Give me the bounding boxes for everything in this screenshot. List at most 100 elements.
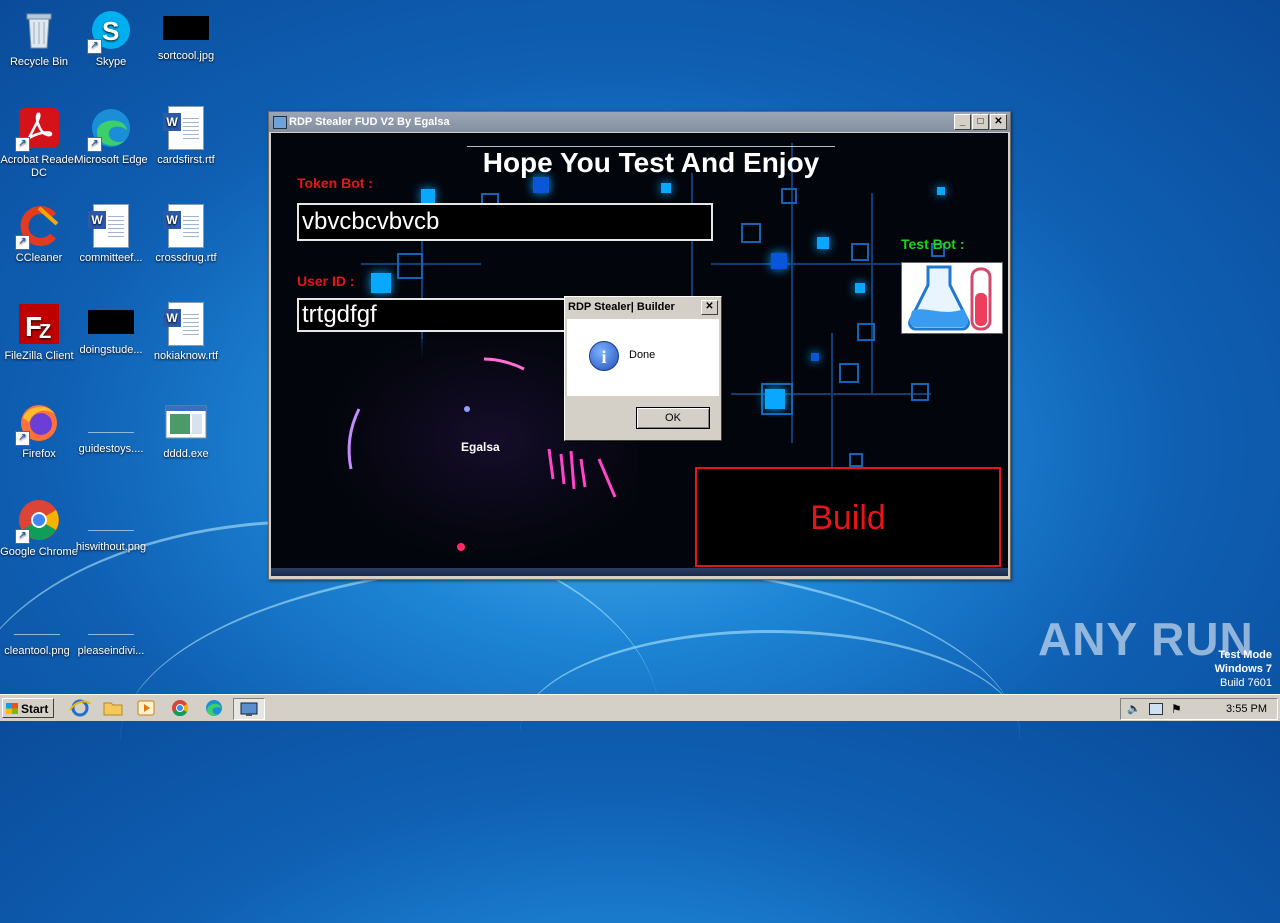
taskbar-rdp-stealer-button[interactable] (233, 698, 265, 720)
clock[interactable]: 3:55 PM (1226, 699, 1267, 719)
media-player-icon (137, 700, 155, 716)
desktop-icon-sortcool[interactable]: sortcool.jpg (147, 6, 225, 63)
shortcut-arrow-icon: ↗ (15, 235, 30, 250)
build-number-text: Build 7601 (1220, 677, 1272, 689)
windows-version-text: Windows 7 (1214, 663, 1272, 675)
test-bot-label: Test Bot : (901, 236, 965, 252)
desktop-icon-edge[interactable]: ↗ Microsoft Edge (72, 100, 150, 167)
icon-label: Google Chrome (0, 546, 78, 558)
image-thumbnail (163, 16, 209, 40)
taskbar-chrome-button[interactable] (168, 698, 192, 718)
desktop-icon-dddd[interactable]: dddd.exe (147, 394, 225, 461)
executable-icon (164, 400, 208, 444)
start-label: Start (21, 702, 49, 716)
shortcut-arrow-icon: ↗ (87, 137, 102, 152)
icon-label: guidestoys.... (78, 443, 144, 455)
info-icon: i (589, 341, 619, 371)
user-id-input[interactable]: trtgdfgf (297, 298, 587, 332)
desktop-icon-nokiaknow[interactable]: W nokiaknow.rtf (147, 296, 225, 363)
desktop-icon-acrobat[interactable]: ↗ Acrobat Reader DC (0, 100, 78, 180)
token-bot-label: Token Bot : (297, 175, 373, 191)
filezilla-icon: FZ (17, 302, 61, 346)
headline-text: Hope You Test And Enjoy (467, 146, 835, 178)
app-icon (273, 116, 287, 129)
taskbar-media-player-button[interactable] (134, 698, 158, 718)
icon-label: hiswithout.png (75, 541, 147, 553)
image-thumbnail (88, 408, 134, 433)
icon-label: pleaseindivi... (77, 645, 145, 657)
shortcut-arrow-icon: ↗ (15, 431, 30, 446)
maximize-button[interactable]: □ (972, 114, 989, 130)
desktop-icon-doingstude[interactable]: doingstude... (72, 300, 150, 357)
icon-label: Firefox (22, 448, 56, 460)
skype-icon: S ↗ (87, 8, 133, 54)
desktop-icon-hiswithout[interactable]: hiswithout.png (72, 496, 150, 554)
flask-icon (908, 265, 992, 331)
dialog-close-button[interactable]: ✕ (701, 300, 718, 315)
os-watermark: Test Mode Windows 7 Build 7601 (1215, 648, 1272, 690)
window-app-icon (240, 702, 258, 716)
volume-icon[interactable]: 🔈 (1127, 699, 1141, 719)
window-titlebar[interactable]: RDP Stealer FUD V2 By Egalsa _ □ ✕ (269, 112, 1010, 132)
word-document-icon: W (163, 302, 208, 346)
chrome-icon: ↗ (15, 498, 61, 544)
icon-label: Microsoft Edge (74, 154, 148, 166)
window-title: RDP Stealer FUD V2 By Egalsa (289, 116, 450, 128)
icon-label: Skype (95, 56, 127, 68)
icon-label: cleantool.png (4, 645, 70, 657)
close-button[interactable]: ✕ (990, 114, 1007, 130)
chrome-icon (172, 700, 189, 717)
word-document-icon: W (163, 106, 208, 150)
desktop-icon-pleaseindivi[interactable]: pleaseindivi... (72, 600, 150, 658)
test-bot-button[interactable] (901, 262, 1003, 334)
desktop-icon-guidestoys[interactable]: guidestoys.... (72, 398, 150, 456)
word-document-icon: W (88, 204, 133, 248)
test-mode-text: Test Mode (1218, 649, 1272, 661)
icon-label: committeef... (79, 252, 143, 264)
author-text: Egalsa (461, 440, 500, 454)
icon-label: dddd.exe (163, 448, 209, 460)
message-dialog: RDP Stealer| Builder ✕ i Done OK (564, 296, 722, 441)
desktop-icon-committeef[interactable]: W committeef... (72, 198, 150, 265)
network-icon[interactable] (1149, 703, 1163, 715)
taskbar: Start 🔈 ⚑ 3:55 PM (0, 694, 1280, 721)
desktop-icon-skype[interactable]: S ↗ Skype (72, 2, 150, 69)
acrobat-icon: ↗ (15, 106, 61, 152)
icon-label: FileZilla Client (4, 350, 74, 362)
system-tray: 🔈 ⚑ 3:55 PM (1120, 698, 1278, 720)
desktop-icon-recycle-bin[interactable]: Recycle Bin (0, 2, 78, 69)
firefox-icon: ↗ (15, 400, 61, 446)
icon-label: Acrobat Reader DC (0, 154, 78, 179)
desktop-icon-cleantool[interactable]: cleantool.png (0, 600, 76, 658)
image-thumbnail (88, 506, 134, 531)
start-button[interactable]: Start (2, 698, 54, 718)
minimize-button[interactable]: _ (954, 114, 971, 130)
desktop-icon-firefox[interactable]: ↗ Firefox (0, 394, 78, 461)
desktop-icon-crossdrug[interactable]: W crossdrug.rtf (147, 198, 225, 265)
icon-label: doingstude... (79, 344, 143, 356)
build-button[interactable]: Build (695, 467, 1001, 567)
shortcut-arrow-icon: ↗ (15, 529, 30, 544)
icon-label: nokiaknow.rtf (153, 350, 219, 362)
dialog-titlebar[interactable]: RDP Stealer| Builder ✕ (565, 297, 721, 317)
desktop-icon-cardsfirst[interactable]: W cardsfirst.rtf (147, 100, 225, 167)
token-bot-input[interactable]: vbvcbcvbvcb (297, 203, 713, 241)
ok-button[interactable]: OK (636, 407, 710, 429)
dialog-title: RDP Stealer| Builder (568, 301, 675, 313)
word-document-icon: W (163, 204, 208, 248)
shortcut-arrow-icon: ↗ (87, 39, 102, 54)
taskbar-edge-button[interactable] (202, 698, 226, 718)
desktop-icon-chrome[interactable]: ↗ Google Chrome (0, 492, 78, 559)
svg-text:Z: Z (39, 321, 51, 343)
desktop-icon-filezilla[interactable]: FZ FileZilla Client (0, 296, 78, 363)
icon-label: Recycle Bin (9, 56, 69, 68)
taskbar-ie-button[interactable] (68, 698, 92, 718)
icon-label: CCleaner (15, 252, 63, 264)
user-id-label: User ID : (297, 273, 355, 289)
windows-logo-icon (6, 703, 18, 714)
image-thumbnail (14, 610, 60, 635)
taskbar-explorer-button[interactable] (101, 698, 125, 718)
action-center-flag-icon[interactable]: ⚑ (1171, 699, 1182, 719)
desktop-icon-ccleaner[interactable]: ↗ CCleaner (0, 198, 78, 265)
dialog-message: Done (629, 349, 656, 361)
